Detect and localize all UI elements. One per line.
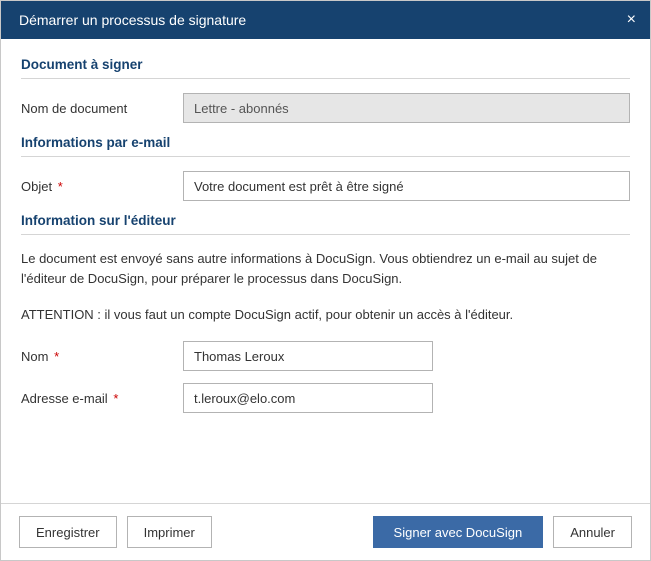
- field-editor-name: [183, 341, 433, 371]
- titlebar: Démarrer un processus de signature ×: [1, 1, 650, 39]
- label-editor-name: Nom *: [21, 349, 183, 364]
- section-header-editor: Information sur l'éditeur: [21, 213, 630, 235]
- signature-dialog: Démarrer un processus de signature × Doc…: [0, 0, 651, 561]
- editor-name-input[interactable]: [183, 341, 433, 371]
- close-icon[interactable]: ×: [627, 12, 636, 28]
- required-mark: *: [113, 391, 118, 406]
- dialog-footer: Enregistrer Imprimer Signer avec DocuSig…: [1, 503, 650, 560]
- editor-email-input[interactable]: [183, 383, 433, 413]
- required-mark: *: [54, 349, 59, 364]
- row-subject: Objet *: [21, 171, 630, 201]
- field-subject: [183, 171, 630, 201]
- row-editor-email: Adresse e-mail *: [21, 383, 630, 413]
- label-subject: Objet *: [21, 179, 183, 194]
- editor-info-2: ATTENTION : il vous faut un compte DocuS…: [21, 305, 630, 325]
- sign-docusign-button[interactable]: Signer avec DocuSign: [373, 516, 544, 548]
- dialog-title: Démarrer un processus de signature: [19, 12, 246, 28]
- section-header-email: Informations par e-mail: [21, 135, 630, 157]
- cancel-button[interactable]: Annuler: [553, 516, 632, 548]
- row-docname: Nom de document: [21, 93, 630, 123]
- field-editor-email: [183, 383, 433, 413]
- label-editor-name-text: Nom: [21, 349, 48, 364]
- print-button[interactable]: Imprimer: [127, 516, 212, 548]
- save-button[interactable]: Enregistrer: [19, 516, 117, 548]
- section-header-document: Document à signer: [21, 57, 630, 79]
- row-editor-name: Nom *: [21, 341, 630, 371]
- subject-input[interactable]: [183, 171, 630, 201]
- label-editor-email-text: Adresse e-mail: [21, 391, 108, 406]
- dialog-content: Document à signer Nom de document Inform…: [1, 39, 650, 503]
- label-docname: Nom de document: [21, 101, 183, 116]
- docname-input: [183, 93, 630, 123]
- editor-info-1: Le document est envoyé sans autre inform…: [21, 249, 630, 289]
- required-mark: *: [58, 179, 63, 194]
- label-subject-text: Objet: [21, 179, 52, 194]
- label-editor-email: Adresse e-mail *: [21, 391, 183, 406]
- field-docname: [183, 93, 630, 123]
